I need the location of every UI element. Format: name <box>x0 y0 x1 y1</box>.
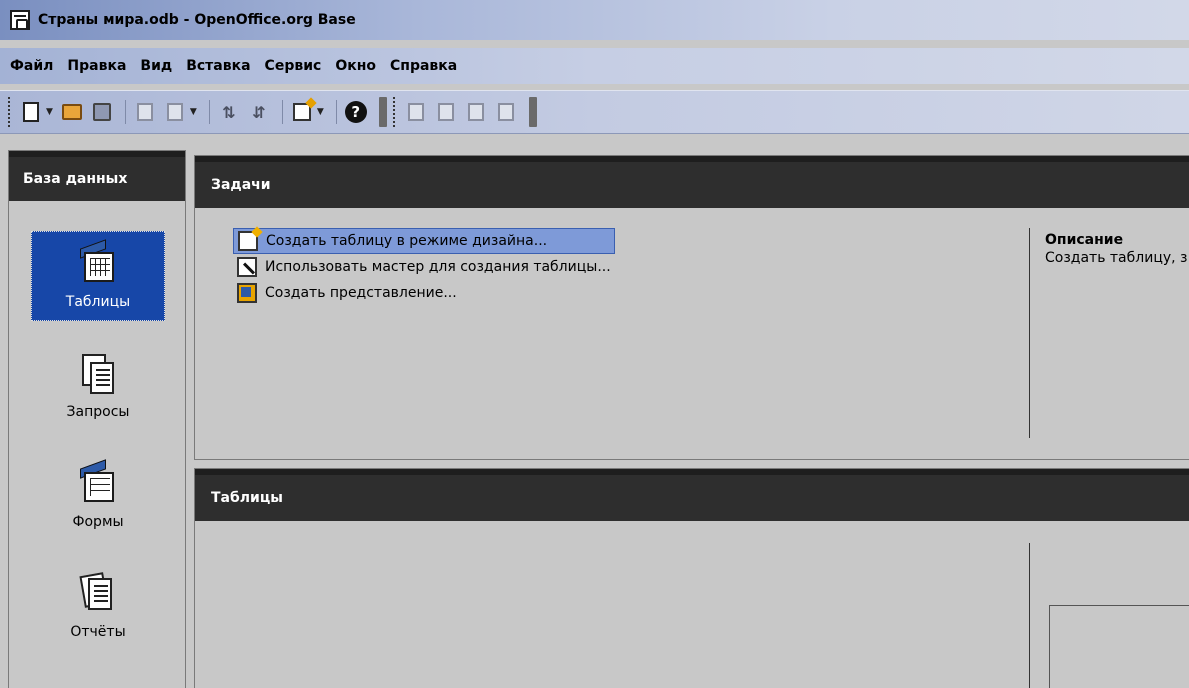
tasks-panel: Задачи Создать таблицу в режиме дизайна.… <box>194 155 1189 460</box>
edit-icon <box>437 103 454 121</box>
edit-button[interactable] <box>433 99 459 125</box>
sidebar-item-label: Формы <box>72 514 124 530</box>
sidebar-item-reports[interactable]: Отчёты <box>31 561 165 651</box>
menu-insert[interactable]: Вставка <box>186 58 250 74</box>
open-db-object-icon <box>407 103 424 121</box>
menu-help[interactable]: Справка <box>390 58 457 74</box>
sidebar-item-tables[interactable]: Таблицы <box>31 231 165 321</box>
delete-button[interactable] <box>463 99 489 125</box>
tasks-divider <box>1029 228 1030 438</box>
forms-icon <box>76 459 120 506</box>
save-button[interactable] <box>89 99 115 125</box>
task-label: Использовать мастер для создания таблицы… <box>265 259 611 275</box>
reports-icon <box>76 572 120 616</box>
form-icon <box>292 103 311 121</box>
copy-icon <box>136 103 153 121</box>
sort-ascending-button[interactable]: ⇅ <box>216 99 242 125</box>
description-block: Описание Создать таблицу, з <box>1045 232 1187 266</box>
paste-button[interactable] <box>162 99 188 125</box>
new-document-icon <box>23 102 39 122</box>
create-view-icon <box>237 283 257 303</box>
sidebar-item-forms[interactable]: Формы <box>31 451 165 541</box>
toolbar-grip[interactable] <box>8 97 12 127</box>
toolbar-overflow-handle[interactable] <box>378 97 387 127</box>
queries-icon <box>76 352 120 396</box>
sort-descending-icon: ⇵ <box>252 102 266 122</box>
open-button[interactable] <box>59 99 85 125</box>
open-folder-icon <box>61 104 82 120</box>
rename-icon <box>497 103 514 121</box>
database-panel: База данных Таблицы Запросы Формы Отчёты <box>8 150 186 688</box>
database-panel-header: База данных <box>9 151 185 201</box>
menu-view[interactable]: Вид <box>140 58 172 74</box>
tables-panel: Таблицы <box>194 468 1189 688</box>
form-dropdown-arrow-icon[interactable]: ▼ <box>317 107 324 117</box>
help-icon: ? <box>344 101 367 123</box>
description-title: Описание <box>1045 232 1124 248</box>
sidebar-item-label: Таблицы <box>65 294 131 310</box>
sidebar-item-label: Запросы <box>66 404 130 420</box>
sort-ascending-icon: ⇅ <box>222 102 236 122</box>
rename-button[interactable] <box>493 99 519 125</box>
toolbar-separator <box>208 100 210 124</box>
paste-icon <box>166 103 183 121</box>
base-app-icon <box>10 10 30 30</box>
task-label: Создать представление... <box>265 285 457 301</box>
title-bar: Страны мира.odb - OpenOffice.org Base <box>0 0 1189 40</box>
tables-divider <box>1029 543 1030 688</box>
toolbar-separator <box>281 100 283 124</box>
sidebar-item-label: Отчёты <box>70 624 126 640</box>
save-icon <box>92 103 111 121</box>
preview-box <box>1049 605 1189 688</box>
table-design-icon <box>238 231 258 251</box>
task-label: Создать таблицу в режиме дизайна... <box>266 233 548 249</box>
toolbar-separator <box>124 100 126 124</box>
toolbar-grip[interactable] <box>392 97 397 127</box>
form-button[interactable] <box>289 99 315 125</box>
delete-icon <box>467 103 484 121</box>
sort-descending-button[interactable]: ⇵ <box>246 99 272 125</box>
menu-edit[interactable]: Правка <box>67 58 126 74</box>
task-create-view[interactable]: Создать представление... <box>233 280 615 306</box>
toolbar-overflow-handle[interactable] <box>528 97 537 127</box>
paste-dropdown-arrow-icon[interactable]: ▼ <box>190 107 197 117</box>
tasks-panel-header: Задачи <box>195 156 1189 208</box>
tables-panel-header: Таблицы <box>195 469 1189 521</box>
help-button[interactable]: ? <box>343 99 369 125</box>
menu-file[interactable]: Файл <box>10 58 53 74</box>
description-text: Создать таблицу, з <box>1045 250 1188 266</box>
task-create-table-design[interactable]: Создать таблицу в режиме дизайна... <box>233 228 615 254</box>
new-dropdown-arrow-icon[interactable]: ▼ <box>46 107 53 117</box>
task-table-wizard[interactable]: Использовать мастер для создания таблицы… <box>233 254 615 280</box>
menu-tools[interactable]: Сервис <box>265 58 322 74</box>
standard-toolbar: ▼ ▼ ⇅ ⇵ ▼ ? <box>0 90 1189 134</box>
new-document-button[interactable] <box>18 99 44 125</box>
open-db-object-button[interactable] <box>403 99 429 125</box>
copy-button[interactable] <box>132 99 158 125</box>
tables-icon <box>76 239 120 286</box>
task-list: Создать таблицу в режиме дизайна... Испо… <box>233 228 615 306</box>
window-title: Страны мира.odb - OpenOffice.org Base <box>38 12 356 28</box>
menu-bar: Файл Правка Вид Вставка Сервис Окно Спра… <box>0 48 1189 84</box>
sidebar-item-queries[interactable]: Запросы <box>31 341 165 431</box>
toolbar-separator <box>335 100 337 124</box>
table-wizard-icon <box>237 257 257 277</box>
menu-window[interactable]: Окно <box>335 58 376 74</box>
